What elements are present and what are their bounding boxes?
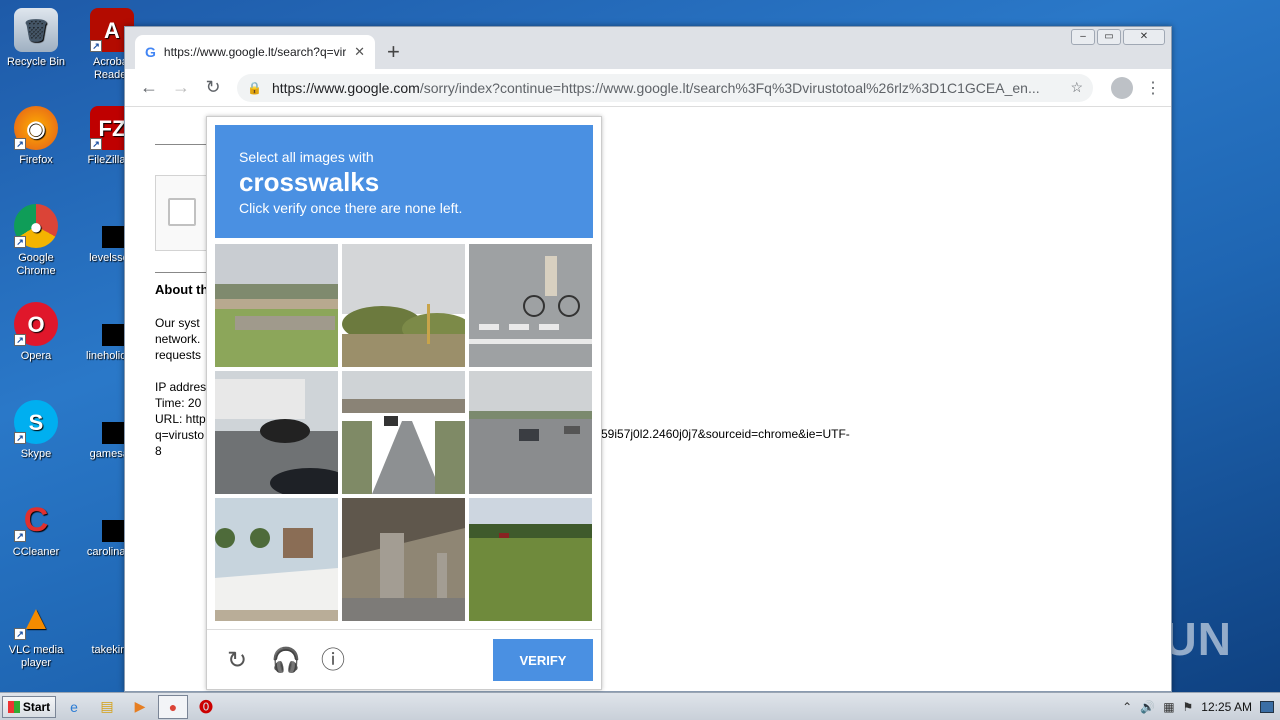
restore-button[interactable]: ▭ (1097, 29, 1121, 45)
challenge-image-grid (215, 244, 593, 622)
tab-title: https://www.google.lt/search?q=vir (163, 45, 347, 59)
challenge-tile-highway-traffic[interactable] (469, 371, 592, 494)
desktop-icon-label: Google Chrome (16, 252, 56, 277)
taskbar-explorer-icon[interactable]: ▤ (92, 695, 122, 719)
audio-challenge-icon[interactable]: 🎧 (271, 647, 301, 675)
challenge-tile-grassy-field[interactable] (469, 498, 592, 621)
desktop-icon-label: Skype (20, 448, 52, 460)
recaptcha-checkbox[interactable] (168, 198, 196, 226)
skype-icon: S ↗ (14, 400, 58, 444)
challenge-tile-road-underpass[interactable] (342, 371, 465, 494)
recaptcha-challenge: Select all images with crosswalks Click … (206, 116, 602, 690)
recycle-bin-icon: 🗑 (14, 8, 58, 52)
challenge-hint: Click verify once there are none left. (239, 200, 463, 216)
system-tray: ⌃ 🔊 ▦ ⚑ 12:25 AM (1122, 700, 1280, 714)
tab-close-icon[interactable]: ✕ (354, 44, 365, 60)
browser-toolbar: ← → ↻ 🔒 https://www.google.com /sorry/in… (125, 69, 1171, 107)
clock[interactable]: 12:25 AM (1201, 700, 1252, 714)
taskbar-opera-icon[interactable]: ⓿ (191, 695, 221, 719)
firefox-icon: ◉ ↗ (14, 106, 58, 150)
challenge-header: Select all images with crosswalks Click … (215, 125, 593, 238)
menu-kebab-icon[interactable]: ⋮ (1143, 78, 1163, 98)
challenge-tile-roadside-shrubs[interactable] (342, 244, 465, 367)
bookmark-star-icon[interactable]: ☆ (1060, 79, 1083, 96)
desktop-icon-label: Opera (20, 350, 52, 362)
desktop-icon-ccleaner[interactable]: C ↗ CCleaner (0, 498, 72, 559)
start-button[interactable]: Start (2, 695, 56, 718)
new-tab-button[interactable]: + (387, 39, 400, 65)
desktop-icon-firefox[interactable]: ◉ ↗ Firefox (0, 106, 72, 167)
window-controls: – ▭ ✕ (1071, 29, 1165, 45)
url-tail-text: 59i57j0l2.2460j0j7&sourceid=chrome&ie=UT… (601, 427, 850, 441)
tab-strip: G https://www.google.lt/search?q=vir ✕ +… (125, 27, 1171, 69)
url-path: /sorry/index?continue=https://www.google… (419, 79, 1040, 96)
desktop-icon-vlc[interactable]: ▲ ↗ VLC media player (0, 596, 72, 670)
info-icon[interactable]: ⓘ (319, 647, 347, 675)
about-heading: About th (155, 282, 209, 297)
action-center-flag-icon[interactable]: ⚑ (1183, 700, 1194, 714)
minimize-button[interactable]: – (1071, 29, 1095, 45)
desktop-icon-recycle-bin[interactable]: 🗑 Recycle Bin (0, 8, 72, 69)
vlc-icon: ▲ ↗ (14, 596, 58, 640)
profile-avatar[interactable] (1111, 76, 1133, 99)
chrome-icon: ● ↗ (14, 204, 58, 248)
reload-button[interactable]: ↻ (197, 77, 229, 98)
browser-tab[interactable]: G https://www.google.lt/search?q=vir ✕ (135, 35, 375, 69)
desktop-icon-label: CCleaner (12, 546, 60, 558)
desktop-icon-label: Recycle Bin (6, 56, 66, 68)
challenge-target: crosswalks (239, 167, 380, 197)
challenge-tile-cyclist-on-crosswalk[interactable] (469, 244, 592, 367)
challenge-instruction: Select all images with (239, 149, 374, 165)
challenge-footer: ↻ 🎧 ⓘ VERIFY (207, 629, 601, 691)
windows-flag-icon (7, 700, 20, 713)
google-favicon-icon: G (145, 44, 156, 60)
tray-expand-icon[interactable]: ⌃ (1122, 700, 1132, 714)
challenge-tile-palm-tree-wall[interactable] (215, 498, 338, 621)
opera-icon: O ↗ (14, 302, 58, 346)
taskbar-media-player-icon[interactable]: ▶ (125, 695, 155, 719)
lock-icon: 🔒 (247, 80, 262, 95)
start-label: Start (22, 699, 51, 714)
verify-button[interactable]: VERIFY (493, 639, 593, 681)
desktop-icon-chrome[interactable]: ● ↗ Google Chrome (0, 204, 72, 278)
desktop-icon-opera[interactable]: O ↗ Opera (0, 302, 72, 363)
desktop-icon-skype[interactable]: S ↗ Skype (0, 400, 72, 461)
desktop: 🗑 Recycle Bin A ↗ Acrobat Reader ◉ ↗ Firef… (0, 0, 138, 692)
challenge-tile-bridge-pillar[interactable] (342, 498, 465, 621)
back-button[interactable]: ← (133, 77, 165, 98)
challenge-tile-motorcyclist-traffic[interactable] (215, 371, 338, 494)
reload-challenge-icon[interactable]: ↻ (223, 647, 251, 675)
desktop-icon-label: VLC media player (8, 644, 64, 669)
close-window-button[interactable]: ✕ (1123, 29, 1165, 45)
taskbar-ie-icon[interactable]: e (59, 695, 89, 719)
url-host: https://www.google.com (271, 79, 420, 96)
taskbar-chrome-icon[interactable]: ● (158, 694, 188, 719)
volume-icon[interactable]: 🔊 (1140, 700, 1155, 714)
show-desktop-button[interactable] (1260, 700, 1274, 713)
taskbar: Start e ▤ ▶ ● ⓿ ⌃ 🔊 ▦ ⚑ 12:25 AM (0, 692, 1280, 720)
challenge-tile-highway-bridge[interactable] (215, 244, 338, 367)
network-icon[interactable]: ▦ (1163, 700, 1174, 714)
ccleaner-icon: C ↗ (14, 498, 58, 542)
desktop-icon-label: Firefox (19, 154, 53, 166)
address-bar[interactable]: 🔒 https://www.google.com /sorry/index?co… (237, 73, 1093, 102)
forward-button[interactable]: → (165, 77, 197, 98)
